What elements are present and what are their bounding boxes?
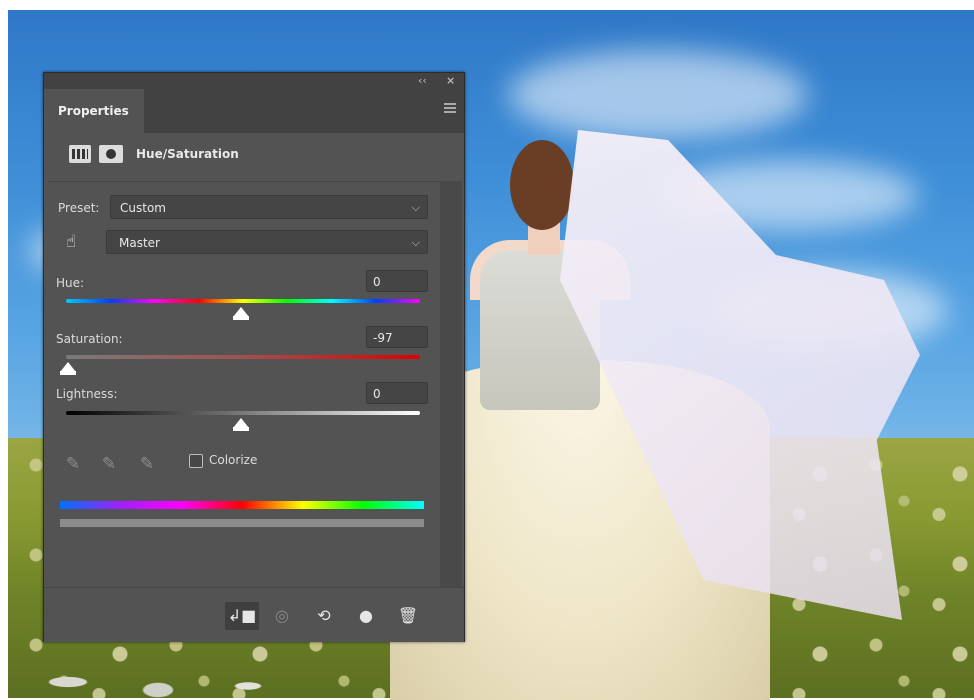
output-color-bar (60, 519, 424, 527)
clip-to-layer-icon[interactable]: ↲■ (225, 602, 259, 630)
eyedropper-icon[interactable]: ✎ (60, 451, 86, 477)
panel-menu-icon[interactable] (444, 103, 456, 113)
bride-head (510, 140, 574, 230)
panel-titlebar: ‹‹ × (44, 73, 464, 89)
preset-value: Custom (120, 201, 166, 215)
panel-footer: ↲■ ◎ ⟲ ● 🗑 (44, 587, 464, 642)
colorize-checkbox[interactable] (189, 454, 203, 468)
eye-icon[interactable]: ● (349, 602, 383, 630)
channel-dropdown[interactable]: Master ⌵ (106, 230, 428, 254)
trash-icon[interactable]: 🗑 (391, 602, 425, 630)
tab-properties[interactable]: Properties (44, 89, 144, 133)
lightness-label: Lightness: (56, 387, 118, 401)
saturation-label: Saturation: (56, 332, 123, 346)
channel-value: Master (119, 236, 160, 250)
input-color-bar (60, 501, 424, 509)
saturation-input[interactable]: -97 (366, 326, 428, 348)
eyedropper-subtract-icon[interactable]: ✎ (134, 451, 160, 477)
view-previous-state-icon[interactable]: ◎ (265, 602, 299, 630)
chevron-down-icon: ⌵ (411, 236, 420, 249)
preset-dropdown[interactable]: Custom ⌵ (110, 195, 428, 219)
layer-mask-icon[interactable] (99, 145, 123, 163)
panel-tabstrip: Properties (44, 89, 464, 133)
hue-label: Hue: (56, 276, 85, 290)
hue-input[interactable]: 0 (366, 270, 428, 292)
lightness-slider-track[interactable] (66, 411, 420, 415)
collapse-icon[interactable]: ‹‹ (418, 74, 427, 88)
eyedropper-add-icon[interactable]: ✎ (96, 451, 122, 477)
chevron-down-icon: ⌵ (411, 201, 420, 214)
targeted-adjustment-hand-icon[interactable]: ☝ (59, 230, 83, 254)
layer-adjustment-icon[interactable] (69, 145, 91, 163)
saturation-slider-thumb[interactable] (60, 362, 76, 375)
hue-slider-track[interactable] (66, 299, 420, 303)
lightness-slider-thumb[interactable] (233, 418, 249, 431)
adjustment-title: Hue/Saturation (136, 147, 239, 161)
panel-scrollbar[interactable] (440, 181, 462, 587)
properties-panel: ‹‹ × Properties Hue/Saturation Preset: C… (43, 72, 465, 642)
reset-icon[interactable]: ⟲ (307, 602, 341, 630)
close-icon[interactable]: × (446, 74, 455, 88)
hue-slider-thumb[interactable] (233, 307, 249, 320)
saturation-slider-track[interactable] (66, 355, 420, 359)
colorize-label: Colorize (209, 453, 258, 467)
preset-label: Preset: (58, 201, 100, 215)
lightness-input[interactable]: 0 (366, 382, 428, 404)
adjustment-header: Hue/Saturation (44, 133, 464, 181)
